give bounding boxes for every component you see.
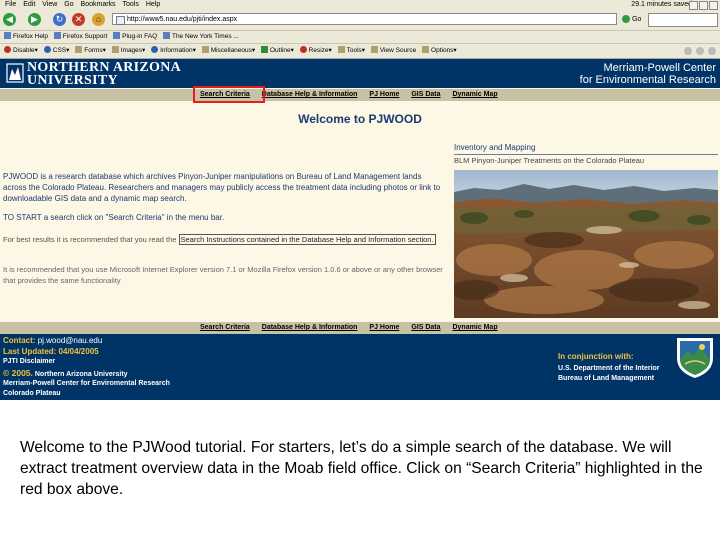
dev-information[interactable]: Information▾ [151, 44, 196, 58]
landscape-photo [454, 170, 718, 318]
go-arrow-icon [622, 15, 630, 23]
conjunction-label: In conjunction with: [558, 352, 634, 361]
disable-icon [4, 46, 11, 53]
menu-edit[interactable]: Edit [23, 0, 35, 10]
dev-miscellaneous[interactable]: Miscellaneous▾ [201, 44, 255, 58]
nav-dynamic-map[interactable]: Dynamic Map [452, 322, 497, 334]
options-icon [422, 46, 430, 53]
menu-bookmarks[interactable]: Bookmarks [81, 0, 116, 10]
site-header: NORTHERN ARIZONA UNIVERSITY Merriam-Powe… [0, 59, 720, 88]
top-menu-bar: Search Criteria Database Help & Informat… [0, 89, 720, 101]
reload-icon[interactable]: ↻ [53, 13, 66, 26]
developer-toolbar: Disable▾ CSS▾ Forms▾ Images▾ Information… [0, 44, 720, 59]
nav-search-criteria[interactable]: Search Criteria [200, 322, 250, 334]
browser-screenshot: File Edit View Go Bookmarks Tools Help 2… [0, 0, 720, 400]
dev-css[interactable]: CSS▾ [43, 44, 69, 58]
forward-arrow-icon[interactable]: ▶ [28, 13, 41, 26]
last-updated: Last Updated: 04/04/2005 [3, 347, 99, 356]
nav-pj-home[interactable]: PJ Home [369, 89, 399, 101]
bookmarks-toolbar: Firefox Help Firefox Support Plug-in FAQ… [0, 31, 720, 44]
menu-go[interactable]: Go [64, 0, 73, 10]
search-instructions-link[interactable]: Search Instructions contained in the Dat… [178, 234, 436, 245]
nav-pj-home[interactable]: PJ Home [369, 322, 399, 334]
inventory-title: Inventory and Mapping [454, 143, 536, 152]
tutorial-caption: Welcome to the PJWood tutorial. For star… [20, 439, 703, 498]
address-bar[interactable]: http://www5.nau.edu/pjti/index.aspx [112, 13, 617, 25]
forms-icon [75, 46, 83, 53]
footer-plateau: Colorado Plateau [3, 390, 61, 397]
images-icon [111, 46, 119, 53]
dev-view-source[interactable]: View Source [370, 44, 416, 58]
bookmark-icon [162, 32, 170, 39]
start-instruction: TO START a search click on "Search Crite… [3, 213, 225, 222]
bookmark-item[interactable]: Plug-in FAQ [113, 31, 157, 43]
navigation-toolbar: ◀ ▶ ↻ ✕ ⌂ http://www5.nau.edu/pjti/index… [0, 10, 720, 31]
bookmark-item[interactable]: Firefox Support [53, 31, 107, 43]
site-footer: Contact: pj.wood@nau.edu Last Updated: 0… [0, 334, 720, 400]
status-icon[interactable] [696, 47, 704, 55]
bookmark-item[interactable]: Firefox Help [4, 31, 48, 43]
maximize-icon[interactable] [699, 1, 708, 10]
home-icon[interactable]: ⌂ [92, 13, 105, 26]
minimize-icon[interactable] [689, 1, 698, 10]
menu-help[interactable]: Help [146, 0, 160, 10]
disclaimer-link[interactable]: PJTI Disclaimer [3, 358, 55, 365]
dev-disable[interactable]: Disable▾ [4, 44, 38, 58]
status-icon[interactable] [708, 47, 716, 55]
dev-images[interactable]: Images▾ [111, 44, 145, 58]
menu-file[interactable]: File [5, 0, 16, 10]
bookmark-item[interactable]: The New York Times ... [162, 31, 239, 43]
research-center-name: Merriam-Powell Center for Environmental … [579, 62, 716, 86]
partner-agency: U.S. Department of the Interior Bureau o… [558, 365, 660, 382]
search-input[interactable] [648, 13, 718, 27]
browser-recommendation: It is recommended that you use Microsoft… [3, 265, 443, 285]
menu-tools[interactable]: Tools [123, 0, 139, 10]
bookmark-icon [4, 32, 11, 39]
university-name[interactable]: NORTHERN ARIZONA UNIVERSITY [27, 61, 181, 88]
dev-resize[interactable]: Resize▾ [299, 44, 332, 58]
nav-database-help[interactable]: Database Help & Information [262, 322, 358, 334]
view-source-icon [370, 46, 378, 53]
nav-gis-data[interactable]: GIS Data [411, 89, 440, 101]
nav-database-help[interactable]: Database Help & Information [262, 89, 358, 101]
blm-shield-icon[interactable] [673, 336, 717, 380]
bottom-menu-bar: Search Criteria Database Help & Informat… [0, 322, 720, 334]
go-label: Go [631, 15, 642, 23]
information-icon [151, 46, 159, 53]
contact-line: Contact: pj.wood@nau.edu [3, 336, 103, 345]
go-button[interactable]: Go [622, 15, 641, 23]
nau-logo-icon [6, 63, 24, 83]
back-arrow-icon[interactable]: ◀ [3, 13, 16, 26]
browser-menu-bar: File Edit View Go Bookmarks Tools Help 2… [0, 0, 720, 10]
nav-gis-data[interactable]: GIS Data [411, 322, 440, 334]
divider [454, 154, 718, 155]
css-icon [43, 46, 51, 53]
page-favicon-icon [116, 16, 125, 25]
save-status: 29.1 minutes saved [631, 1, 692, 8]
nav-dynamic-map[interactable]: Dynamic Map [452, 89, 497, 101]
tools-icon [337, 46, 345, 53]
menu-view[interactable]: View [42, 0, 57, 10]
page-title: Welcome to PJWOOD [298, 112, 422, 126]
copyright: © 2005. Northern Arizona University [3, 368, 128, 378]
stop-icon[interactable]: ✕ [72, 13, 85, 26]
close-icon[interactable] [709, 1, 718, 10]
miscellaneous-icon [201, 46, 209, 53]
address-bar-url: http://www5.nau.edu/pjti/index.aspx [127, 16, 238, 23]
inventory-subtitle: BLM Pinyon-Juniper Treatments on the Col… [454, 156, 645, 165]
dev-outline[interactable]: Outline▾ [260, 44, 294, 58]
outline-icon [260, 46, 268, 53]
dev-tools[interactable]: Tools▾ [337, 44, 365, 58]
dev-options[interactable]: Options▾ [422, 44, 457, 58]
highlight-box [193, 86, 265, 103]
bookmark-icon [53, 32, 61, 39]
dev-forms[interactable]: Forms▾ [75, 44, 106, 58]
footer-center-name: Merriam-Powell Center for Enviromental R… [3, 380, 170, 387]
contact-email-link[interactable]: pj.wood@nau.edu [38, 336, 103, 345]
bookmark-icon [113, 32, 121, 39]
resize-icon [299, 46, 307, 53]
intro-text: PJWOOD is a research database which arch… [3, 172, 441, 204]
status-icon[interactable] [684, 47, 692, 55]
best-results-text: For best results it is recommended that … [3, 234, 436, 245]
